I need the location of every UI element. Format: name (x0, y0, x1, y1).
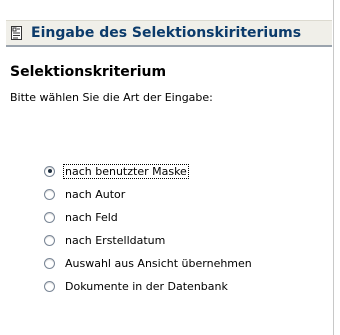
radio-option-label[interactable]: nach Erstelldatum (64, 234, 166, 247)
dialog-window: Eingabe des Selektionskiriteriums Selekt… (0, 0, 334, 335)
radio-option-label[interactable]: Dokumente in der Datenbank (64, 280, 229, 293)
radio-option-ansicht-uebernehmen[interactable]: Auswahl aus Ansicht übernehmen (44, 254, 253, 272)
radio-button[interactable] (44, 165, 55, 177)
window-title: Eingabe des Selektionskiriteriums (31, 25, 302, 41)
radio-option-label[interactable]: Auswahl aus Ansicht übernehmen (64, 257, 253, 270)
radio-option-label[interactable]: nach Feld (64, 211, 119, 224)
radio-option-label[interactable]: nach Autor (64, 188, 126, 201)
radio-option-benutzter-maske[interactable]: nach benutzter Maske (44, 162, 189, 180)
radio-button[interactable] (44, 234, 55, 246)
radio-option-dokumente-datenbank[interactable]: Dokumente in der Datenbank (44, 277, 229, 295)
radio-button[interactable] (44, 280, 55, 292)
title-bar: Eingabe des Selektionskiriteriums (6, 20, 332, 47)
dialog-content: Selektionskriterium Bitte wählen Sie die… (6, 47, 332, 335)
radio-option-autor[interactable]: nach Autor (44, 185, 126, 203)
document-form-icon (10, 25, 24, 41)
radio-option-erstelldatum[interactable]: nach Erstelldatum (44, 231, 166, 249)
instruction-text: Bitte wählen Sie die Art der Eingabe: (10, 91, 213, 104)
radio-button[interactable] (44, 188, 55, 200)
section-heading: Selektionskriterium (10, 64, 167, 80)
radio-option-label[interactable]: nach benutzter Maske (63, 163, 189, 179)
radio-button[interactable] (44, 211, 55, 223)
radio-button[interactable] (44, 257, 55, 269)
radio-option-feld[interactable]: nach Feld (44, 208, 119, 226)
